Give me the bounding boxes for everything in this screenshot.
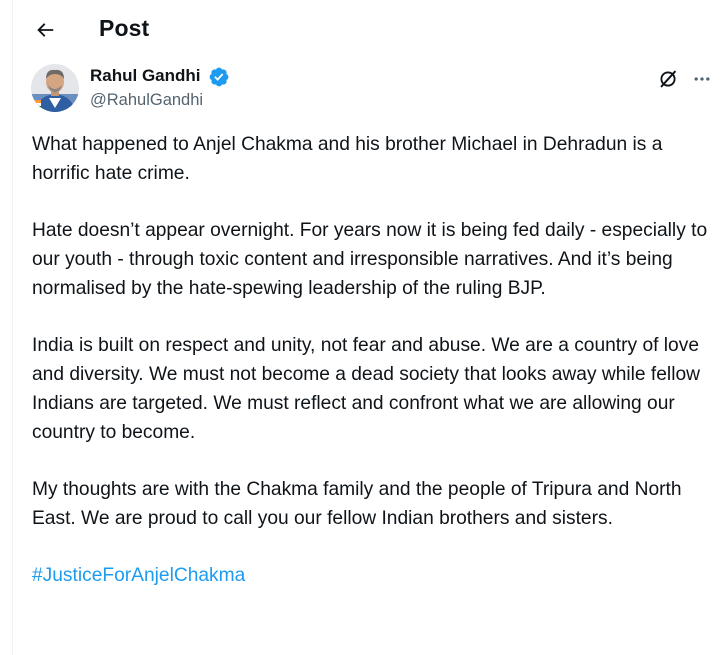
more-horizontal-icon — [694, 77, 710, 81]
hashtag-link[interactable]: #JusticeForAnjelChakma — [32, 565, 245, 586]
arrow-left-icon — [37, 23, 54, 37]
author-handle[interactable]: @RahulGandhi — [90, 91, 203, 110]
page-title: Post — [99, 15, 150, 41]
tweet-paragraph: Hate doesn’t appear overnight. For years… — [32, 220, 708, 299]
avatar-image — [31, 64, 79, 112]
more-options-button[interactable] — [687, 64, 717, 94]
grok-icon — [660, 70, 676, 88]
back-button[interactable] — [27, 12, 63, 48]
avatar[interactable] — [31, 64, 79, 112]
verified-badge-icon — [209, 67, 229, 87]
author-display-name[interactable]: Rahul Gandhi — [90, 66, 201, 86]
post-column: Post Rahul Gandhi @RahulGandhi What happ… — [12, 0, 724, 655]
tweet-paragraph: What happened to Anjel Chakma and his br… — [32, 134, 663, 184]
grok-button[interactable] — [653, 64, 683, 94]
tweet-paragraph: India is built on respect and unity, not… — [32, 335, 700, 443]
post-header: Post — [13, 0, 724, 60]
tweet-paragraph: My thoughts are with the Chakma family a… — [32, 479, 682, 529]
tweet-text: What happened to Anjel Chakma and his br… — [32, 130, 718, 618]
